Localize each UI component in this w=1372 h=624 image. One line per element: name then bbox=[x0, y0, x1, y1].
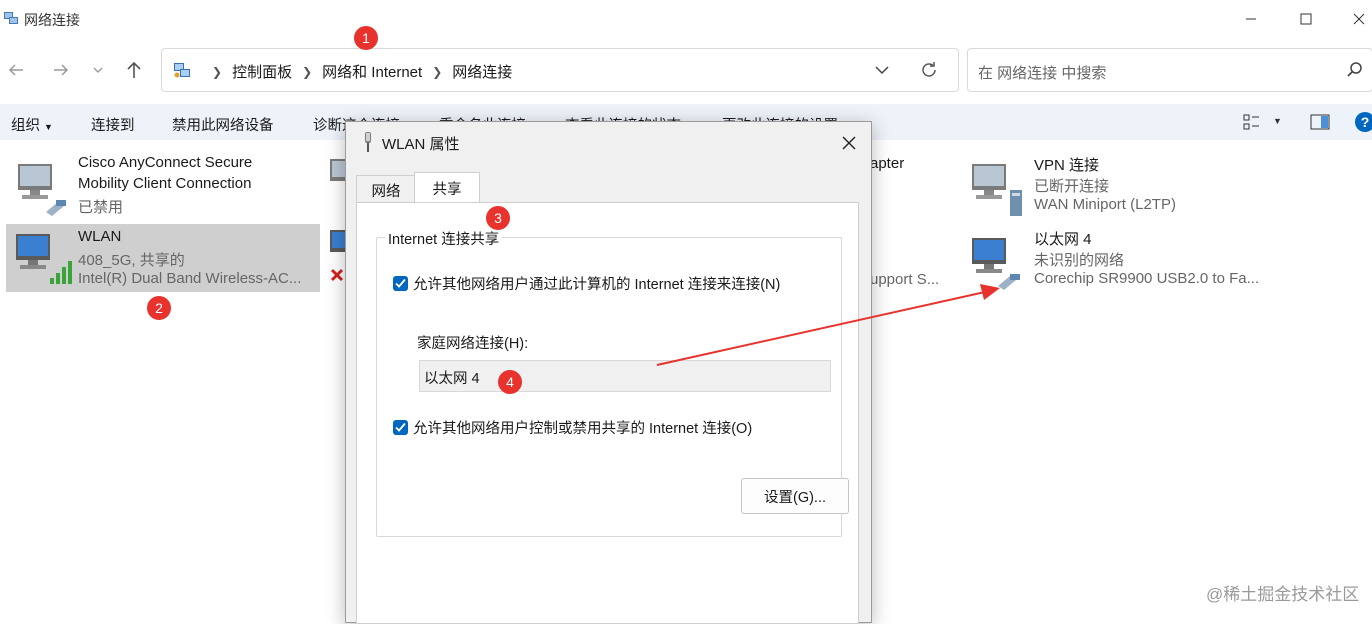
watermark: @稀土掘金技术社区 bbox=[1206, 585, 1360, 604]
step-marker-3: 3 bbox=[486, 206, 510, 230]
annotation-arrow bbox=[656, 284, 1000, 366]
step-marker-4: 4 bbox=[498, 370, 522, 394]
step-marker-1: 1 bbox=[354, 26, 378, 50]
step-marker-2: 2 bbox=[147, 296, 171, 320]
